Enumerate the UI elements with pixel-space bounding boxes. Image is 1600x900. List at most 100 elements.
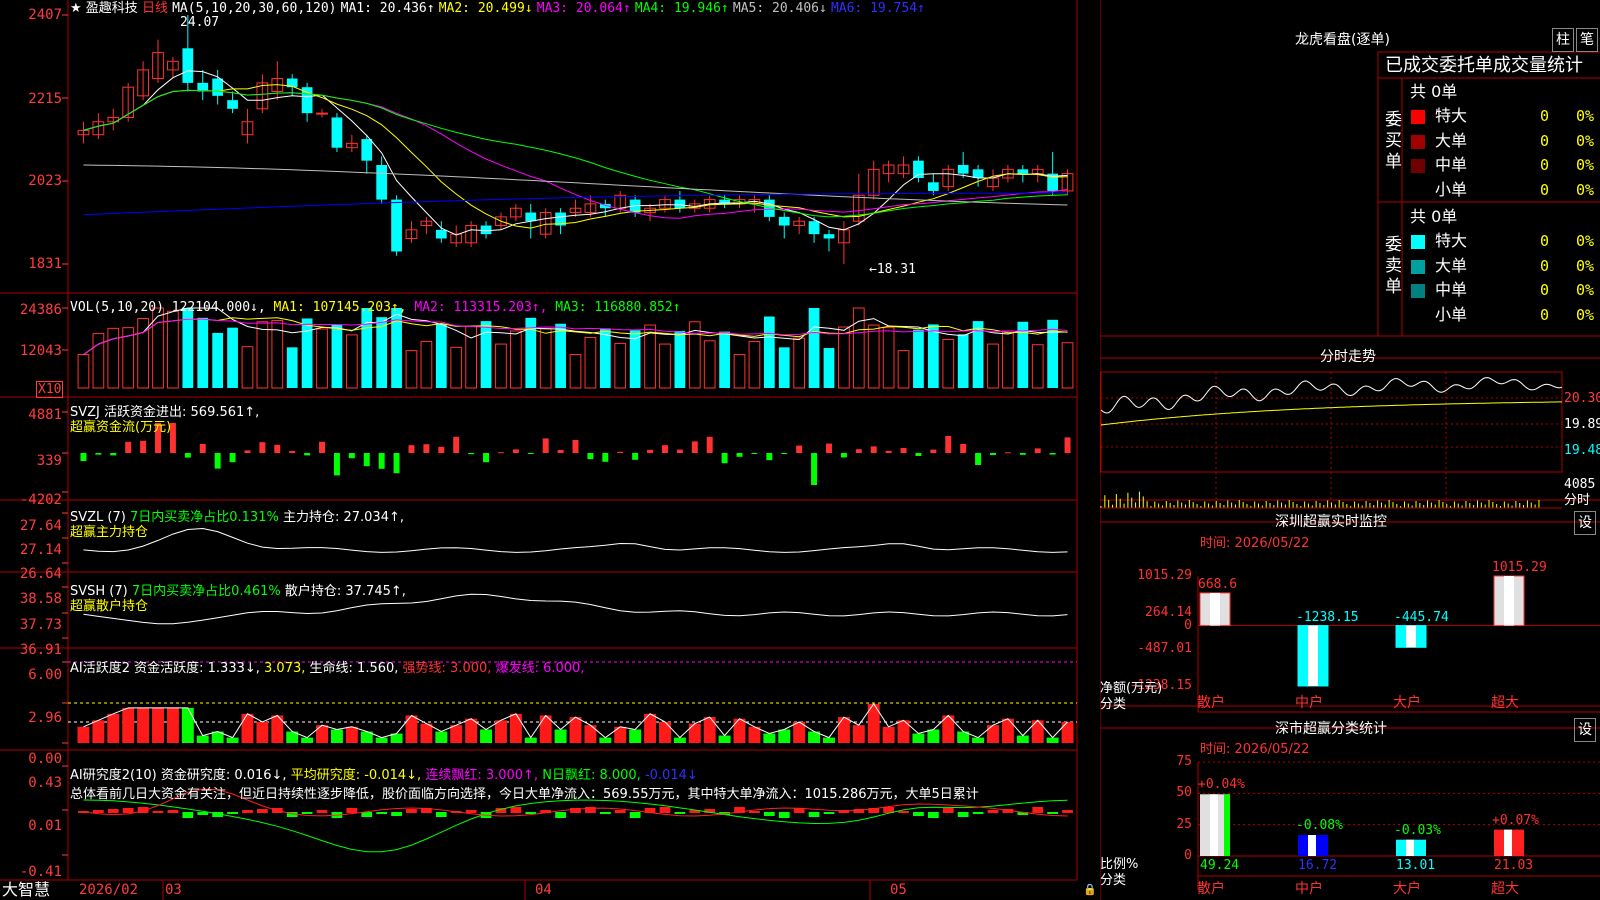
ai1-v2: 3.073, [264, 661, 306, 676]
activity-bar [703, 717, 716, 743]
volume-bar [942, 338, 955, 389]
fundflow-bar [1019, 453, 1026, 455]
volume-bar [212, 332, 224, 388]
low-price-mark: ←18.31 [869, 262, 916, 277]
monitor-title: 深圳超赢实时监控 [1275, 514, 1387, 530]
fundflow-bar [960, 444, 967, 453]
research-bar [749, 811, 760, 813]
bar-view-button[interactable]: 柱 [1552, 28, 1574, 52]
fundflow-bar [825, 443, 832, 453]
classify-settings-button[interactable]: 设 [1574, 718, 1596, 742]
volume-bar [719, 331, 730, 388]
activity-bar [420, 723, 433, 743]
period-label[interactable]: 日线 [142, 1, 168, 16]
monitor-bar-highlight [1504, 576, 1514, 626]
favorite-star-icon[interactable]: ★ [70, 1, 82, 16]
volume-bar [748, 340, 761, 389]
classify-change-label: +0.07% [1492, 812, 1539, 828]
candle-body [182, 48, 194, 83]
volume-bar [1002, 330, 1014, 389]
volume-bar [763, 316, 775, 388]
fundflow-bar [721, 453, 728, 464]
classify-axis-label: 25 [1176, 816, 1192, 832]
volume-bar [301, 318, 313, 388]
volume-bar [435, 324, 447, 388]
svzl-ratio: 7日内买卖净占比0.131% [129, 510, 279, 525]
activity-bar [972, 737, 985, 743]
buy-color-swatch [1411, 110, 1425, 124]
svsh-ratio: 7日内买卖净占比0.461% [131, 584, 281, 599]
candle-body [808, 221, 820, 235]
volume-bar [107, 327, 120, 389]
svsh-axis-label: 37.73 [19, 617, 62, 633]
volume-bar [897, 350, 910, 389]
sell-row-value: 0 [1540, 305, 1550, 324]
activity-bar [852, 725, 865, 743]
volume-bar [823, 348, 835, 388]
candle-body [212, 78, 224, 96]
ma4-value: MA4: 19.946↑ [634, 1, 729, 16]
research-bar [763, 812, 775, 816]
vol-ma1: MA1: 107145.203↑, [273, 300, 407, 315]
fundflow-bar [527, 453, 534, 454]
sell-row-label: 中单 [1435, 280, 1468, 299]
kline-chart-svg[interactable] [0, 0, 1100, 900]
vol-ma2: MA2: 113315.203↑, [414, 300, 548, 315]
research-bar [301, 812, 313, 814]
ma1-value: MA1: 20.436↑ [340, 1, 435, 16]
date-label: 05 [890, 882, 907, 898]
sell-row-label: 小单 [1435, 304, 1468, 324]
monitor-category-label: 大户 [1393, 695, 1421, 711]
vol-value: 122104.000↓, [171, 300, 266, 315]
monitor-cat-title: 分类 [1100, 697, 1127, 712]
fundflow-bar [393, 453, 400, 474]
svsh-title: SVSH (7) [70, 584, 128, 599]
sell-row-label: 大单 [1435, 255, 1468, 275]
volume-bar [539, 328, 552, 389]
monitor-settings-button[interactable]: 设 [1574, 511, 1596, 535]
activity-bar [330, 729, 343, 743]
research-bar [316, 810, 328, 813]
activity-bar [301, 737, 314, 743]
candle-body [927, 182, 939, 191]
high-price-mark: 24.07 [180, 15, 220, 30]
activity-bar [509, 713, 522, 743]
buy-row-value: 0 [1540, 107, 1550, 125]
activity-bar [77, 726, 90, 743]
research-bar [152, 811, 164, 813]
activity-bar [778, 729, 791, 743]
minute-vol-unit: 分时 [1564, 493, 1591, 508]
ai1-life: 生命线: 1.560, [309, 661, 399, 676]
buy-color-swatch [1411, 159, 1425, 173]
research-bar [823, 812, 835, 814]
buy-row-percent: 0% [1576, 107, 1595, 125]
volume-bar [1031, 344, 1044, 389]
monitor-axis-label: -487.01 [1137, 641, 1192, 657]
volume-bar [1061, 342, 1074, 389]
dragon-title: 龙虎看盘(逐单) [1295, 32, 1390, 48]
fundflow-bar [468, 453, 475, 455]
candle-body [972, 169, 984, 178]
fundflow-bar [304, 453, 311, 456]
fundflow-bar [870, 446, 877, 453]
candle-body [778, 216, 790, 226]
fundflow-bar [214, 453, 221, 469]
date-label: 04 [535, 882, 552, 898]
ma3-value: MA3: 20.064↑ [536, 1, 631, 16]
minute-vol-label: 4085 [1564, 477, 1596, 492]
tick-view-button[interactable]: 笔 [1576, 28, 1598, 52]
fundflow-bar [632, 453, 639, 460]
candle-body [331, 117, 343, 148]
classify-change-label: -0.03% [1394, 822, 1441, 838]
research-bar [674, 812, 686, 814]
activity-bar [554, 729, 567, 743]
right-sidebar: 龙虎看盘(逐单) 柱 笔 已成交委托单成交量统计 委买单 共 0单 特大 0 0% 大… [1100, 0, 1600, 900]
ma20-line [83, 89, 1068, 219]
candle-body [525, 212, 537, 222]
monitor-value-label: -1238.15 [1296, 609, 1359, 625]
svsh-axis-label: 36.91 [19, 642, 62, 658]
kline-chart-area[interactable]: ★ 盈趣科技 日线 MA(5,10,20,30,60,120) MA1: 20.… [0, 0, 1100, 900]
svzj-title: SVZJ 活跃资金进出: 569.561↑, [70, 405, 260, 420]
lock-icon[interactable]: 🔒 [1083, 882, 1097, 897]
volume-bar [361, 308, 373, 388]
